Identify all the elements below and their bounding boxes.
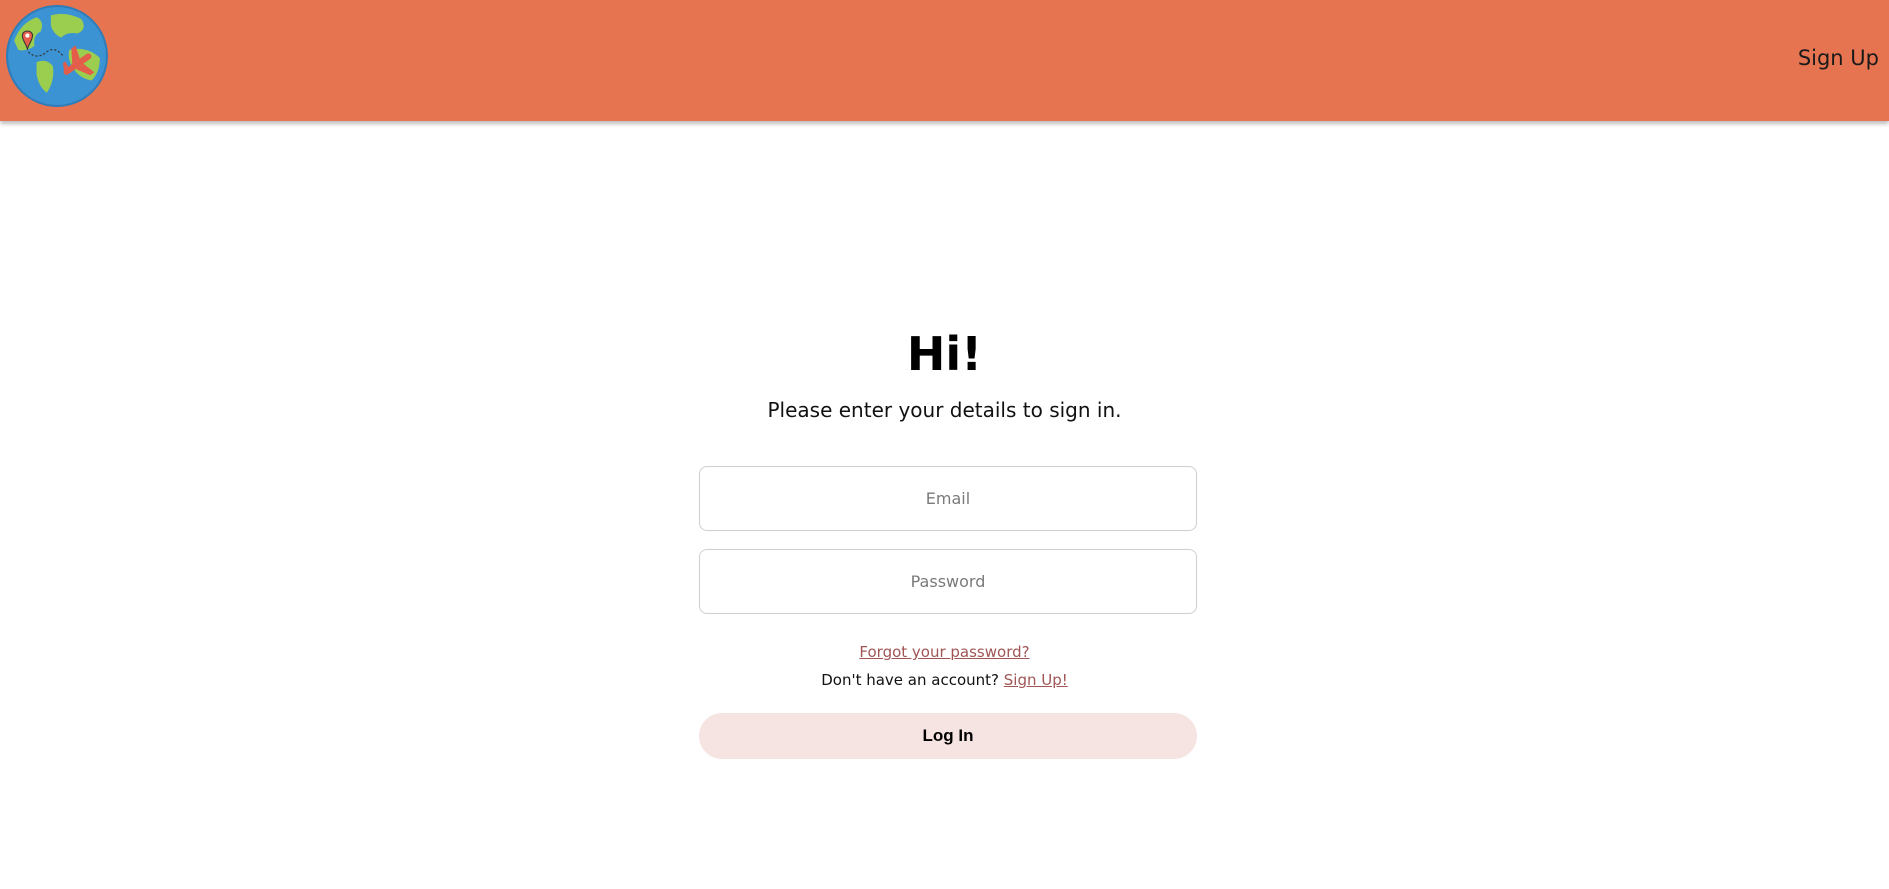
nav-signup-link[interactable]: Sign Up	[1798, 46, 1879, 70]
top-navbar: Sign Up	[0, 0, 1889, 121]
signup-prompt: Don't have an account? Sign Up!	[0, 671, 1889, 689]
no-account-text: Don't have an account?	[821, 671, 999, 689]
signup-link[interactable]: Sign Up!	[1004, 671, 1068, 689]
forgot-password-link[interactable]: Forgot your password?	[859, 643, 1029, 661]
login-page: Hi! Please enter your details to sign in…	[0, 121, 1889, 889]
email-field[interactable]	[699, 466, 1197, 531]
login-button[interactable]: Log In	[699, 713, 1197, 759]
page-title: Hi!	[906, 327, 983, 381]
forgot-password-row: Forgot your password?	[0, 643, 1889, 661]
password-field[interactable]	[699, 549, 1197, 614]
globe-airplane-logo-icon[interactable]	[6, 5, 108, 107]
page-subtitle: Please enter your details to sign in.	[767, 398, 1122, 422]
